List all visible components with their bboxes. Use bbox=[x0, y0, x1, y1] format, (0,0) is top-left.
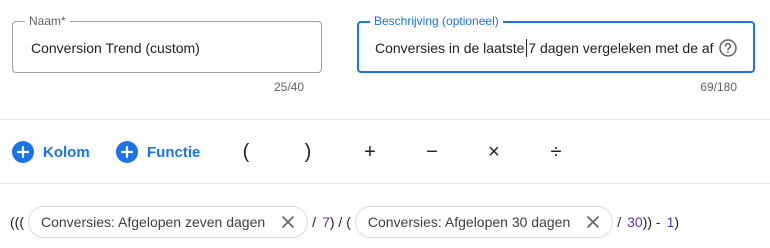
chip-label: Conversies: Afgelopen zeven dagen bbox=[41, 214, 266, 230]
text-caret bbox=[526, 39, 527, 57]
close-icon[interactable] bbox=[584, 213, 602, 231]
description-field-label: Beschrijving (optioneel) bbox=[370, 13, 503, 29]
add-column-label: Kolom bbox=[43, 143, 90, 161]
chip-label: Conversies: Afgelopen 30 dagen bbox=[367, 214, 571, 230]
divider-bottom bbox=[0, 183, 770, 184]
description-char-counter: 69/180 bbox=[700, 80, 737, 94]
metric-chip-30-days[interactable]: Conversies: Afgelopen 30 dagen bbox=[354, 206, 614, 238]
formula-number: 30 bbox=[627, 214, 643, 230]
plus-button[interactable]: + bbox=[355, 138, 385, 166]
formula-expression: ((( Conversies: Afgelopen zeven dagen / … bbox=[10, 206, 679, 238]
formula-operator: / bbox=[617, 214, 622, 230]
formula-operator: )) - bbox=[642, 214, 661, 230]
formula-suffix: ) bbox=[674, 214, 680, 230]
plus-circle-icon bbox=[12, 141, 34, 163]
add-function-button[interactable]: Functie bbox=[116, 138, 200, 166]
formula-operator: ) / ( bbox=[329, 214, 351, 230]
formula-prefix: ((( bbox=[10, 214, 24, 230]
help-circle-icon[interactable] bbox=[718, 38, 738, 58]
description-field[interactable]: Beschrijving (optioneel) Conversies in d… bbox=[357, 13, 755, 73]
close-paren-button[interactable]: ) bbox=[293, 138, 323, 166]
formula-number: 1 bbox=[666, 214, 675, 230]
formula-operator: / bbox=[312, 214, 317, 230]
add-function-label: Functie bbox=[147, 143, 201, 161]
plus-circle-icon bbox=[116, 141, 138, 163]
name-field-label: Naam* bbox=[25, 13, 70, 29]
multiply-button[interactable]: × bbox=[479, 138, 509, 166]
description-field-value[interactable]: Conversies in de laatste 7 dagen vergele… bbox=[375, 38, 717, 58]
formula-number: 7 bbox=[322, 214, 330, 230]
add-column-button[interactable]: Kolom bbox=[12, 138, 90, 166]
minus-button[interactable]: − bbox=[417, 138, 447, 166]
close-icon[interactable] bbox=[279, 213, 297, 231]
name-field-value[interactable]: Conversion Trend (custom) bbox=[31, 38, 311, 58]
divider-top bbox=[0, 119, 770, 120]
name-field[interactable]: Naam* Conversion Trend (custom) bbox=[12, 13, 322, 73]
metric-chip-7-days[interactable]: Conversies: Afgelopen zeven dagen bbox=[28, 206, 309, 238]
open-paren-button[interactable]: ( bbox=[231, 138, 261, 166]
description-text: Conversies in de laatste 7 dagen vergele… bbox=[375, 40, 714, 56]
name-char-counter: 25/40 bbox=[273, 80, 304, 94]
divide-button[interactable]: ÷ bbox=[541, 138, 571, 166]
